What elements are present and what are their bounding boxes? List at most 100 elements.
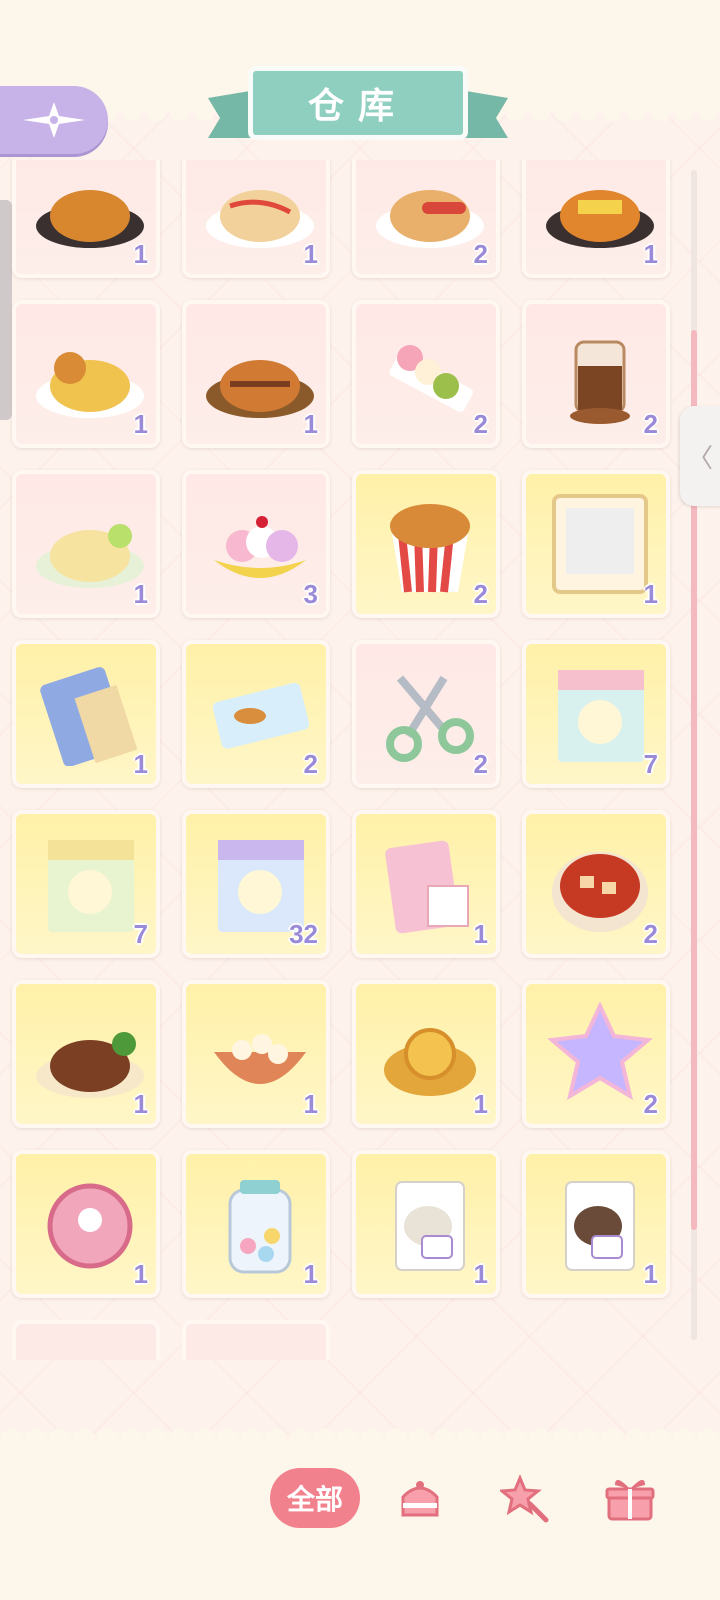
cocoa-powder-bag-icon — [565, 1181, 635, 1271]
item-count: 2 — [473, 409, 488, 439]
inventory-slot[interactable]: 1 — [12, 1150, 160, 1298]
banana-split-icon — [214, 516, 306, 578]
inventory-slot[interactable]: 1 — [12, 640, 160, 788]
taiyaki-ticket-icon — [212, 682, 310, 749]
item-count: 3 — [303, 579, 318, 609]
item-count: 2 — [473, 749, 488, 779]
photo-card-pack-icon — [385, 840, 469, 934]
item-count: 7 — [133, 919, 148, 949]
item-count: 1 — [303, 1259, 318, 1289]
gold-coins-icon — [384, 1028, 476, 1096]
inventory-slot[interactable]: 1 — [352, 1150, 500, 1298]
inventory-slot[interactable]: 32 — [182, 810, 330, 958]
item-count: 1 — [473, 919, 488, 949]
inventory-slot[interactable]: 3 — [182, 470, 330, 618]
white-powder-bag-icon — [395, 1181, 465, 1271]
item-count: 1 — [473, 1259, 488, 1289]
ribbon-body: 仓库 — [248, 66, 468, 140]
pink-badge-icon — [47, 1183, 133, 1269]
item-count: 1 — [133, 579, 148, 609]
item-count: 2 — [643, 409, 658, 439]
inventory-slot[interactable]: 1 — [12, 160, 160, 278]
tab-tools[interactable] — [498, 1468, 554, 1528]
inventory-slot[interactable]: 1 — [182, 300, 330, 448]
inventory-slot[interactable]: 2 — [522, 980, 670, 1128]
item-count: 1 — [303, 1089, 318, 1119]
tab-food[interactable] — [392, 1468, 448, 1528]
fried-chicken-plate-icon — [36, 190, 144, 248]
inventory-slot[interactable]: 1 — [182, 980, 330, 1128]
rainbow-crystal-icon — [547, 1001, 653, 1101]
tab-gifts[interactable] — [600, 1468, 660, 1528]
inventory-slot[interactable]: 2 — [522, 300, 670, 448]
inventory-slot[interactable]: 2 — [352, 640, 500, 788]
inventory-viewport[interactable]: 1 1 2 1 1 1 2 2 1 3 2 1 1 2 2 7 7 32 1 2 1 1 1 2 1 1 1 1 — [0, 160, 690, 1360]
page-title: 仓库 — [307, 86, 408, 127]
back-button[interactable] — [0, 86, 108, 154]
item-count: 1 — [133, 239, 148, 269]
inventory-grid: 1 1 2 1 1 1 2 2 1 3 2 1 1 2 2 7 7 32 1 2 1 1 1 2 1 1 1 1 — [12, 160, 670, 1298]
item-count: 2 — [473, 579, 488, 609]
item-count: 2 — [643, 919, 658, 949]
souffle-sticker-pack-icon — [48, 840, 134, 932]
fishball-soup-icon — [214, 1034, 306, 1084]
inventory-slot[interactable]: 1 — [352, 980, 500, 1128]
inventory-slot[interactable]: 2 — [352, 160, 500, 278]
wand-icon — [500, 1474, 549, 1523]
chevron-left-icon: 〈 — [686, 443, 713, 474]
inventory-slot[interactable]: 1 — [522, 470, 670, 618]
inventory-slot[interactable]: 1 — [182, 1150, 330, 1298]
partial-slot — [12, 1320, 160, 1360]
dango-skewer-icon — [389, 345, 473, 413]
title-ribbon: 仓库 — [208, 58, 508, 150]
item-count: 1 — [643, 239, 658, 269]
inventory-slot[interactable]: 1 — [12, 470, 160, 618]
inventory-slot[interactable]: 7 — [12, 810, 160, 958]
item-count: 1 — [643, 1259, 658, 1289]
inventory-slot[interactable]: 2 — [352, 300, 500, 448]
inventory-slot[interactable]: 7 — [522, 640, 670, 788]
item-count: 2 — [473, 239, 488, 269]
tab-all[interactable]: 全部 — [270, 1468, 360, 1528]
photo-frame-icon — [552, 494, 648, 594]
inventory-slot[interactable]: 2 — [352, 470, 500, 618]
item-count: 1 — [473, 1089, 488, 1119]
item-count: 1 — [643, 579, 658, 609]
inventory-slot[interactable]: 1 — [352, 810, 500, 958]
inventory-slot[interactable]: 1 — [522, 1150, 670, 1298]
item-count: 1 — [133, 749, 148, 779]
inventory-slot[interactable]: 1 — [12, 300, 160, 448]
item-count: 2 — [643, 1089, 658, 1119]
item-count: 1 — [133, 409, 148, 439]
item-count: 1 — [303, 409, 318, 439]
partial-slot — [182, 1320, 330, 1360]
item-count: 32 — [289, 919, 318, 949]
iced-coffee-icon — [570, 340, 630, 424]
cheese-toast-icon — [546, 190, 654, 248]
blue-book-icon — [40, 667, 138, 766]
lime-cheesecake-icon — [36, 524, 144, 588]
item-count: 7 — [643, 749, 658, 779]
inventory-slot[interactable]: 1 — [522, 160, 670, 278]
burger-platter-icon — [36, 352, 144, 418]
cake-icon — [401, 1481, 439, 1517]
item-count: 1 — [303, 239, 318, 269]
sausage-breakfast-icon — [376, 190, 484, 248]
strawberry-sticker-pack-icon — [558, 670, 644, 762]
item-count: 2 — [303, 749, 318, 779]
side-drawer-handle[interactable]: 〈 — [680, 406, 720, 506]
gift-box-icon — [605, 1479, 655, 1521]
inventory-slot[interactable]: 2 — [182, 640, 330, 788]
inventory-slot[interactable]: 1 — [182, 160, 330, 278]
mapo-tofu-icon — [552, 852, 648, 932]
candy-jar-icon — [228, 1180, 292, 1274]
scissors-icon — [386, 675, 474, 762]
inventory-slot[interactable]: 1 — [12, 980, 160, 1128]
item-count: 1 — [133, 1259, 148, 1289]
steak-dinner-icon — [36, 1032, 144, 1098]
katsu-plate-icon — [206, 360, 314, 418]
sparkle-back-icon — [23, 102, 85, 138]
inventory-slot[interactable]: 2 — [522, 810, 670, 958]
item-count: 1 — [133, 1089, 148, 1119]
footer-scallop — [0, 1418, 720, 1440]
